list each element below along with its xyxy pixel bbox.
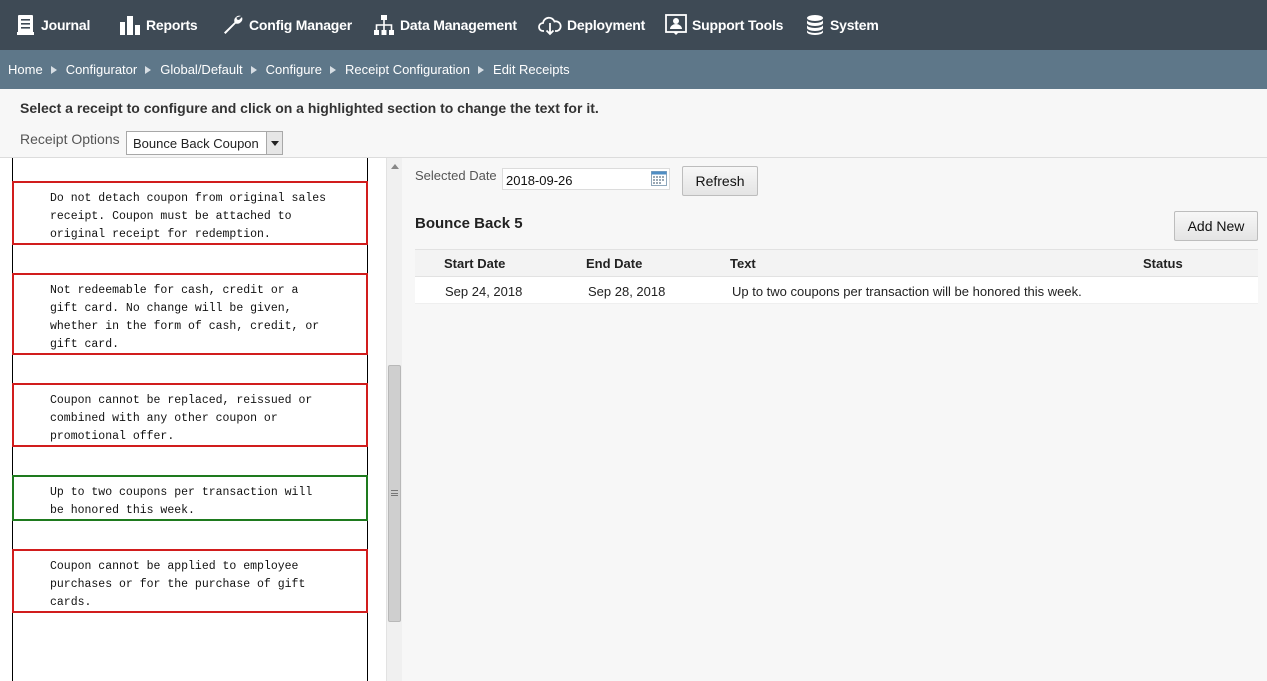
nav-support-tools-label: Support Tools — [692, 17, 784, 33]
breadcrumb-global-default[interactable]: Global/Default — [160, 62, 242, 77]
receipt-section[interactable]: Coupon cannot be applied to employee pur… — [12, 549, 368, 613]
cell-end-date: Sep 28, 2018 — [588, 284, 666, 299]
top-nav: Journal Reports Config Manager Data Mana… — [0, 0, 1267, 50]
nav-deployment-label: Deployment — [567, 17, 646, 33]
refresh-button[interactable]: Refresh — [682, 166, 758, 196]
pane-scrollbar[interactable] — [386, 158, 402, 681]
nav-data-management-label: Data Management — [400, 17, 517, 33]
selected-date-label: Selected Date — [415, 168, 497, 183]
nav-reports[interactable]: Reports — [119, 0, 198, 50]
breadcrumb-configurator[interactable]: Configurator — [66, 62, 138, 77]
nav-deployment[interactable]: Deployment — [538, 0, 645, 50]
page-instructions: Select a receipt to configure and click … — [20, 100, 599, 116]
hierarchy-icon — [374, 15, 394, 35]
breadcrumb-home[interactable]: Home — [8, 62, 43, 77]
receipt-options-label: Receipt Options — [20, 131, 120, 147]
database-icon — [807, 15, 823, 35]
nav-system-label: System — [830, 17, 879, 33]
bar-chart-icon — [120, 16, 140, 35]
receipt-section-selected[interactable]: Up to two coupons per transaction will b… — [12, 475, 368, 521]
column-header-start-date[interactable]: Start Date — [444, 256, 505, 271]
breadcrumb-configure[interactable]: Configure — [266, 62, 322, 77]
support-person-icon — [665, 14, 687, 35]
nav-data-management[interactable]: Data Management — [373, 0, 517, 50]
breadcrumb-separator-icon — [250, 65, 257, 74]
column-header-text[interactable]: Text — [730, 256, 756, 271]
nav-reports-label: Reports — [146, 17, 198, 33]
cell-start-date: Sep 24, 2018 — [445, 284, 523, 299]
receipt-section[interactable]: Coupon cannot be replaced, reissued or c… — [12, 383, 368, 447]
breadcrumb-separator-icon — [330, 65, 336, 74]
receipt-text-panel — [402, 158, 1267, 681]
chevron-down-icon[interactable] — [266, 132, 282, 154]
scrollbar-thumb[interactable] — [388, 365, 401, 622]
journal-icon — [17, 15, 34, 35]
cloud-download-icon — [538, 16, 562, 36]
nav-system[interactable]: System — [805, 0, 879, 50]
nav-config-manager[interactable]: Config Manager — [222, 0, 352, 50]
receipt-section[interactable]: Not redeemable for cash, credit or a gif… — [12, 273, 368, 355]
breadcrumb-separator-icon — [478, 65, 485, 74]
table-row[interactable]: Sep 24, 2018 Sep 28, 2018 Up to two coup… — [415, 277, 1258, 304]
breadcrumb-separator-icon — [50, 65, 57, 74]
receipt-options-select[interactable]: Bounce Back Coupon — [126, 131, 283, 155]
scroll-up-arrow-icon[interactable] — [391, 164, 399, 169]
wrench-icon — [224, 15, 243, 35]
receipt-options-value: Bounce Back Coupon — [133, 136, 259, 151]
grip-icon — [391, 490, 398, 496]
table-header: Start Date End Date Text Status — [415, 249, 1258, 277]
column-header-status[interactable]: Status — [1143, 256, 1183, 271]
cell-text: Up to two coupons per transaction will b… — [732, 284, 1082, 299]
breadcrumb-receipt-configuration[interactable]: Receipt Configuration — [345, 62, 470, 77]
nav-journal-label: Journal — [41, 17, 91, 33]
nav-support-tools[interactable]: Support Tools — [665, 0, 783, 50]
selected-date-input[interactable] — [502, 168, 670, 190]
breadcrumb-edit-receipts: Edit Receipts — [493, 62, 570, 77]
section-title: Bounce Back 5 — [415, 215, 523, 232]
add-new-button[interactable]: Add New — [1174, 211, 1258, 241]
receipt-preview-pane: Do not detach coupon from original sales… — [0, 158, 386, 681]
column-header-end-date[interactable]: End Date — [586, 256, 642, 271]
calendar-icon[interactable] — [651, 171, 667, 186]
breadcrumb: Home Configurator Global/Default Configu… — [0, 50, 1267, 89]
receipt-section[interactable]: Do not detach coupon from original sales… — [12, 181, 368, 245]
breadcrumb-separator-icon — [145, 65, 152, 74]
nav-config-manager-label: Config Manager — [249, 17, 352, 33]
nav-journal[interactable]: Journal — [16, 0, 90, 50]
